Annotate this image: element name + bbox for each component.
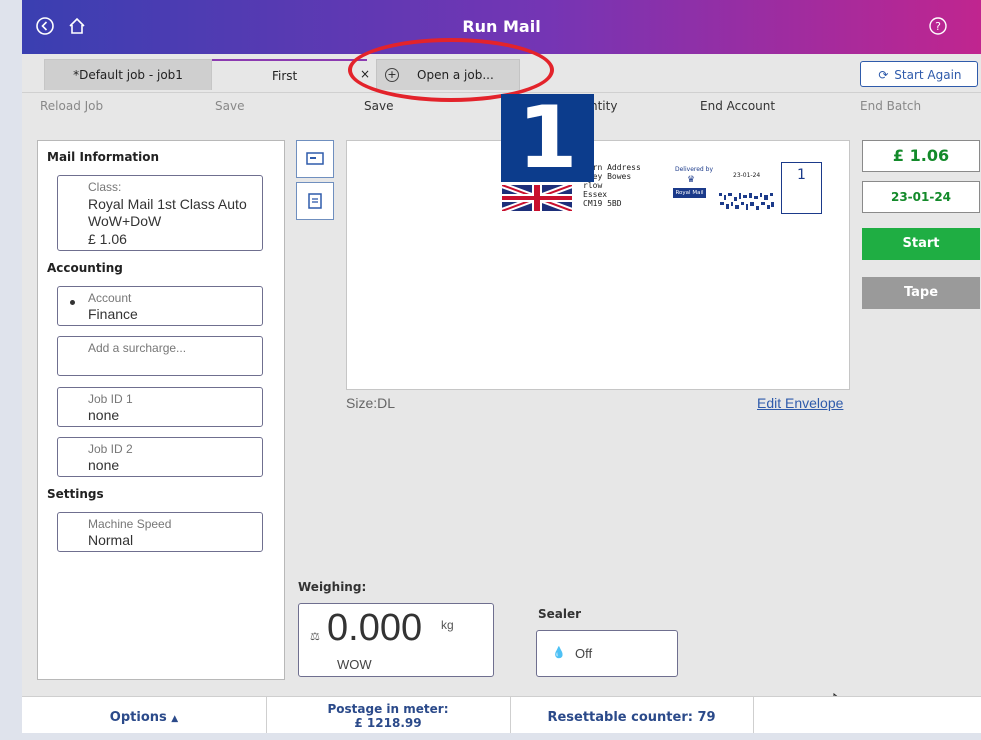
weighing-display[interactable]: ⚖ 0.000 kg WOW: [298, 603, 494, 677]
resettable-counter: Resettable counter: 79: [510, 697, 754, 733]
status-bar: Options ▲ Postage in meter: £ 1218.99 Re…: [22, 696, 981, 733]
envelope-size-label: Size:DL: [346, 395, 396, 411]
account-value: Finance: [88, 306, 138, 322]
tape-button[interactable]: Tape: [862, 277, 980, 309]
envelope-view-button[interactable]: [296, 140, 334, 178]
machine-speed-value: Normal: [88, 532, 134, 548]
options-menu-button[interactable]: Options ▲: [22, 697, 267, 733]
sealer-label: Sealer: [538, 607, 582, 621]
print-date[interactable]: 23-01-24: [862, 181, 980, 213]
start-again-label: Start Again: [894, 68, 962, 82]
return-address-line: Essex: [583, 190, 608, 199]
run-mail-app: Run Mail ? *Default job - job1 First × +…: [22, 0, 981, 733]
class-number: 1: [797, 167, 806, 183]
envelope-icon: [306, 152, 324, 165]
postage-amount: £ 1.06: [862, 140, 980, 172]
return-address-line: rlow: [583, 181, 603, 190]
machine-speed-label: Machine Speed: [88, 517, 172, 531]
class-field[interactable]: Class: Royal Mail 1st Class Auto WoW+DoW…: [57, 175, 263, 251]
weighing-label: Weighing:: [298, 580, 367, 594]
job-id-2-field[interactable]: Job ID 2 none: [57, 437, 263, 477]
scale-icon: ⚖: [310, 630, 320, 643]
refresh-icon: ⟳: [878, 68, 889, 82]
tab-label: First: [272, 69, 298, 83]
crown-icon: ♛: [687, 175, 696, 185]
weight-value: 0.000: [327, 607, 423, 649]
account-label: Account: [88, 291, 132, 305]
postage-in-meter: Postage in meter: £ 1218.99: [266, 697, 511, 733]
start-again-button[interactable]: ⟳ Start Again: [860, 61, 978, 87]
job-id-1-field[interactable]: Job ID 1 none: [57, 387, 263, 427]
class-value-2: WoW+DoW: [88, 213, 162, 229]
return-address-line: CM19 5BD: [583, 199, 622, 208]
bullet-icon: [70, 300, 75, 305]
document-icon: [308, 193, 322, 209]
union-flag-icon: [502, 185, 572, 211]
end-batch-button[interactable]: End Batch: [860, 99, 921, 113]
class-indicator-box: 1: [781, 162, 822, 214]
envelope-preview: turn Address tney Bowes rlow Essex CM19 …: [346, 140, 850, 390]
settings-title: Settings: [47, 487, 104, 501]
start-button[interactable]: Start: [862, 228, 980, 260]
tab-default-job[interactable]: *Default job - job1: [44, 59, 212, 90]
caret-up-icon: ▲: [171, 714, 179, 724]
tab-first[interactable]: First: [212, 59, 367, 91]
job-id-2-label: Job ID 2: [88, 442, 133, 456]
postage-label: Postage in meter:: [327, 702, 449, 716]
job-id-1-label: Job ID 1: [88, 392, 133, 406]
weight-unit: kg: [441, 618, 454, 632]
edit-envelope-link[interactable]: Edit Envelope: [757, 395, 843, 411]
end-account-button[interactable]: End Account: [700, 99, 775, 113]
barcode-icon: [719, 193, 775, 211]
job-id-1-value: none: [88, 407, 120, 423]
options-label: Options: [109, 710, 167, 725]
list-view-button[interactable]: [296, 182, 334, 220]
sealer-value: Off: [575, 646, 593, 661]
quantity-button[interactable]: ntity: [590, 99, 617, 113]
mail-settings-panel: Mail Information Class: Royal Mail 1st C…: [37, 140, 285, 680]
class-label: Class:: [88, 180, 122, 194]
stamp-date: 23-01-24: [733, 172, 761, 179]
sealer-toggle[interactable]: 💧 Off: [536, 630, 678, 677]
water-drop-icon: 💧: [552, 646, 566, 659]
machine-speed-field[interactable]: Machine Speed Normal: [57, 512, 263, 552]
mail-information-title: Mail Information: [47, 150, 160, 164]
royal-mail-text: Royal Mail: [675, 190, 704, 196]
tab-label: *Default job - job1: [73, 68, 183, 82]
help-icon[interactable]: ?: [928, 16, 948, 36]
delivered-by-label: Delivered by: [675, 166, 713, 173]
account-field[interactable]: Account Finance: [57, 286, 263, 326]
window-title: Run Mail: [462, 17, 541, 36]
class-value: Royal Mail 1st Class Auto: [88, 196, 247, 212]
weighing-mode: WOW: [337, 657, 372, 672]
save-button[interactable]: Save: [215, 99, 244, 113]
accounting-title: Accounting: [47, 261, 123, 275]
reload-job-button[interactable]: Reload Job: [40, 99, 103, 113]
job-id-2-value: none: [88, 457, 120, 473]
postage-value: £ 1218.99: [354, 716, 422, 730]
step-callout: 1: [501, 94, 594, 182]
surcharge-placeholder: Add a surcharge...: [88, 341, 187, 355]
svg-text:?: ?: [935, 20, 941, 33]
surcharge-field[interactable]: Add a surcharge...: [57, 336, 263, 376]
save-as-button[interactable]: Save: [364, 99, 393, 113]
royal-mail-logo: Royal Mail: [673, 188, 706, 198]
class-price: £ 1.06: [88, 231, 127, 247]
